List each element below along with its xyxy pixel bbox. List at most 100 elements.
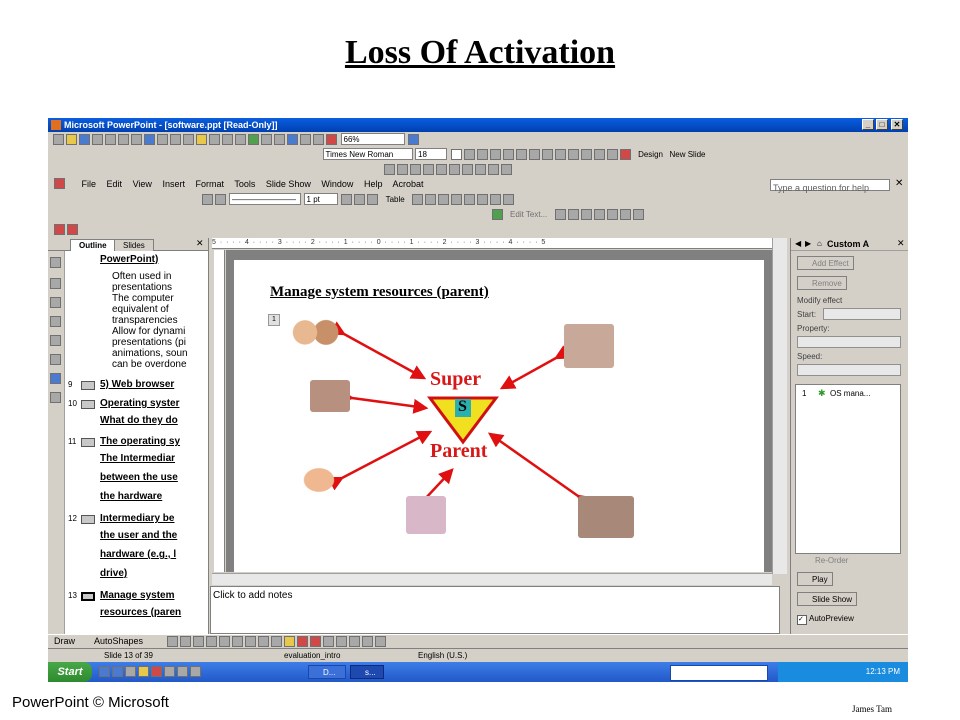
cut-icon[interactable] [170,134,181,145]
show-formatting-icon[interactable] [313,134,324,145]
vertical-scrollbar[interactable] [772,238,787,574]
line-tool-icon[interactable] [167,636,178,647]
line-style-bottom-icon[interactable] [323,636,334,647]
menu-edit[interactable]: Edit [107,179,123,189]
table-menu[interactable]: Table [386,195,405,204]
merge-cells-icon[interactable] [425,194,437,205]
menu-insert[interactable]: Insert [162,179,185,189]
outline-sub-line[interactable]: transparencies [112,315,178,326]
outline-slide-title[interactable]: Manage system [100,590,174,601]
wordart-spacing-icon[interactable] [632,209,644,220]
wordart-vertical-icon[interactable] [606,209,618,220]
arrow-tool-icon[interactable] [180,636,191,647]
decrease-font-icon[interactable] [580,149,592,160]
tab-slides[interactable]: Slides [114,239,154,251]
slide-show-button[interactable]: Slide Show [797,592,858,606]
insert-table-icon[interactable] [261,134,272,145]
slide-icon[interactable] [81,381,95,390]
summary-slide-icon[interactable] [50,373,61,384]
quicklaunch-word-icon[interactable] [112,666,123,677]
demote-icon[interactable] [50,278,61,289]
recolor-icon[interactable] [461,164,473,175]
animation-list[interactable]: 1 ✱ OS mana... [795,384,901,554]
outline-slide-title[interactable]: The Intermediar [100,453,175,464]
outline-slide-title[interactable]: Intermediary be [100,513,174,524]
outline-slide-title[interactable]: drive) [100,568,127,579]
slide-icon[interactable] [81,515,95,524]
bullets-icon[interactable] [554,149,566,160]
diagram-tool-icon[interactable] [245,636,256,647]
outline-sub-line[interactable]: presentations (pi [112,337,186,348]
decrease-indent-icon[interactable] [593,149,605,160]
quicklaunch-explorer-icon[interactable] [190,666,201,677]
help-icon[interactable] [408,134,420,145]
menu-acrobat[interactable]: Acrobat [392,179,423,189]
start-button[interactable]: Start [48,662,92,682]
notes-pane[interactable]: Click to add notes [210,586,780,634]
insert-wordart-icon[interactable] [491,209,503,220]
font-select[interactable]: Times New Roman [322,148,413,160]
vertical-ruler[interactable] [214,250,225,572]
color-grayscale-icon[interactable] [326,134,337,145]
distribute-rows-icon[interactable] [490,194,502,205]
close-button[interactable]: ✕ [891,119,903,130]
redo-icon[interactable] [235,134,246,145]
center-icon[interactable] [515,149,527,160]
horizontal-scrollbar[interactable] [212,573,772,585]
email-icon[interactable] [105,134,116,145]
picture-tool-bottom-icon[interactable] [271,636,282,647]
align-left-icon[interactable] [502,149,514,160]
close-pane-icon[interactable]: ✕ [196,238,204,249]
rectangle-tool-icon[interactable] [193,636,204,647]
menu-view[interactable]: View [133,179,152,189]
shadow-style-icon[interactable] [362,636,373,647]
quicklaunch-media-icon[interactable] [177,666,188,677]
paste-icon[interactable] [196,134,207,145]
insert-hyperlink-icon[interactable] [287,134,298,145]
textbox-tool-icon[interactable] [219,636,230,647]
insert-table-grid-icon[interactable] [412,194,424,205]
show-formatting-outline-icon[interactable] [50,392,61,403]
wordart-alignment-icon[interactable] [619,209,631,220]
outline-sub-line[interactable]: presentations [112,282,172,293]
animation-item[interactable]: OS mana... [830,389,870,398]
baby-photo-left[interactable] [310,380,350,412]
draw-menu[interactable]: Draw [54,636,75,646]
wordart-same-height-icon[interactable] [593,209,605,220]
outline-sub-line[interactable]: Often used in [112,271,171,282]
reorder-label[interactable]: Re-Order [815,556,848,565]
parent-label[interactable]: Parent [430,440,487,463]
slide-icon[interactable] [81,592,95,601]
speed-select[interactable] [797,364,901,376]
print-icon[interactable] [118,134,129,145]
expand-all-icon[interactable] [300,134,311,145]
expand-icon[interactable] [50,354,61,365]
doc-action-2-icon[interactable] [67,224,78,235]
play-button[interactable]: Play [797,572,833,586]
forward-icon[interactable]: ▶ [805,239,811,248]
copy-icon[interactable] [183,134,194,145]
quicklaunch-ppt-icon[interactable] [151,666,162,677]
outline-slide-title[interactable]: the hardware [100,491,162,502]
clipart-tool-icon[interactable] [258,636,269,647]
eraser-icon[interactable] [214,194,226,205]
line-weight-select[interactable]: 1 pt [303,193,338,205]
outline-sub-line[interactable]: can be overdone [112,359,187,370]
add-effect-button[interactable]: Add Effect [797,256,854,270]
format-painter-icon[interactable] [209,134,220,145]
borders-icon[interactable] [354,194,366,205]
numbering-icon[interactable] [541,149,553,160]
arrow-style-icon[interactable] [349,636,360,647]
rotate-icon[interactable] [422,164,434,175]
quicklaunch-app-icon[interactable] [164,666,175,677]
help-search-input[interactable]: Type a question for help [770,179,890,193]
outline-slide-title[interactable]: between the use [100,472,178,483]
outline-sub-line[interactable]: equivalent of [112,304,169,315]
home-icon[interactable]: ⌂ [817,239,822,248]
promote-icon[interactable] [50,257,61,268]
outline-slide-title[interactable]: the user and the [100,530,177,541]
wordart-gallery-icon[interactable] [554,209,566,220]
menu-tools[interactable]: Tools [234,179,255,189]
border-color-icon[interactable] [341,194,353,205]
edit-text-button[interactable]: Edit Text... [510,210,547,219]
